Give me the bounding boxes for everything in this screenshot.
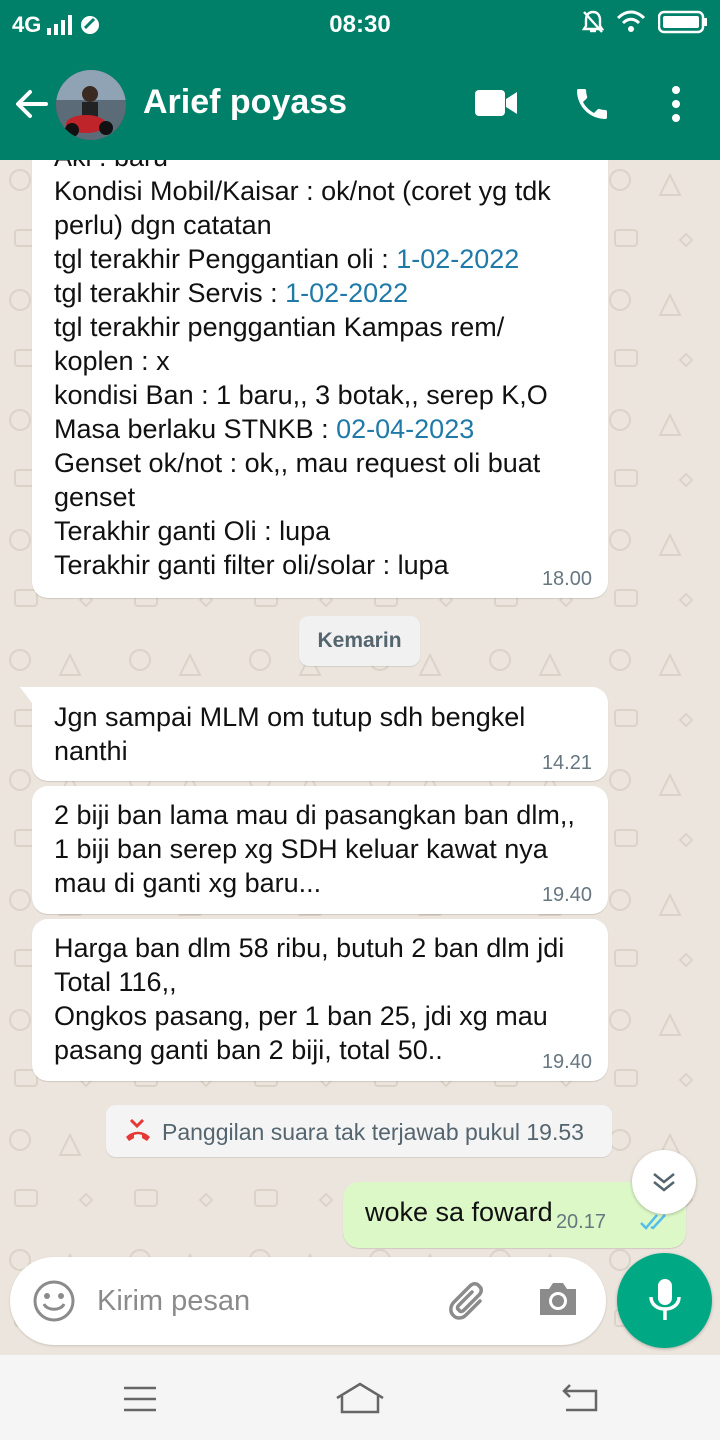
message-time: 19.40 xyxy=(541,884,592,906)
video-call-icon[interactable] xyxy=(474,88,518,118)
message-text: Harga ban dlm 58 ribu, butuh 2 ban dlm j… xyxy=(54,933,565,1065)
voice-call-icon[interactable] xyxy=(572,84,612,124)
status-bar: 4G 08:30 xyxy=(0,0,720,50)
chevron-double-down-icon xyxy=(653,1173,675,1192)
more-options-icon[interactable] xyxy=(668,84,684,124)
scroll-to-bottom-button[interactable] xyxy=(632,1150,696,1214)
message-input[interactable]: Kirim pesan xyxy=(97,1285,250,1318)
microphone-icon xyxy=(649,1279,681,1320)
chat-header: Arief poyass xyxy=(0,50,720,160)
missed-call-icon xyxy=(126,1118,150,1141)
voice-message-button[interactable] xyxy=(617,1253,712,1348)
back-arrow-icon[interactable] xyxy=(12,84,52,124)
message-time: 20.17 xyxy=(555,1211,606,1233)
missed-call-text: Panggilan suara tak terjawab pukul 19.53 xyxy=(162,1119,584,1145)
avatar[interactable] xyxy=(56,70,126,140)
date-link[interactable]: 1-02-2022 xyxy=(285,278,408,308)
message-time: 18.00 xyxy=(541,568,592,590)
contact-name[interactable]: Arief poyass xyxy=(143,83,347,122)
system-nav-bar xyxy=(0,1355,720,1440)
status-right xyxy=(582,10,708,34)
message-text: woke sa foward xyxy=(365,1197,553,1227)
message-text: Aki : baru Kondisi Mobil/Kaisar : ok/not… xyxy=(54,160,559,580)
bubble-tail xyxy=(20,687,32,703)
date-divider: Kemarin xyxy=(299,616,420,666)
message-time: 19.40 xyxy=(541,1051,592,1073)
mute-icon xyxy=(582,10,604,33)
message-bubble-incoming[interactable]: Harga ban dlm 58 ribu, butuh 2 ban dlm j… xyxy=(32,919,608,1081)
home-icon[interactable] xyxy=(334,1381,386,1415)
message-composer[interactable]: Kirim pesan xyxy=(10,1257,606,1345)
attach-icon[interactable] xyxy=(446,1279,492,1325)
message-text: Jgn sampai MLM om tutup sdh bengkel nant… xyxy=(54,702,533,766)
recents-menu-icon[interactable] xyxy=(122,1385,158,1413)
message-bubble-incoming[interactable]: Aki : baru Kondisi Mobil/Kaisar : ok/not… xyxy=(32,160,608,598)
message-text: 2 biji ban lama mau di pasangkan ban dlm… xyxy=(54,800,583,898)
wifi-icon xyxy=(616,10,646,32)
emoji-icon[interactable] xyxy=(32,1279,76,1323)
missed-call-notice[interactable]: Panggilan suara tak terjawab pukul 19.53 xyxy=(106,1105,612,1157)
message-bubble-incoming[interactable]: Jgn sampai MLM om tutup sdh bengkel nant… xyxy=(20,687,608,781)
battery-icon xyxy=(658,10,707,34)
date-link[interactable]: 1-02-2022 xyxy=(396,244,519,274)
back-nav-icon[interactable] xyxy=(560,1381,600,1413)
read-receipt-icon xyxy=(640,1214,666,1230)
message-time: 14.21 xyxy=(541,752,592,774)
avatar-photo xyxy=(56,70,126,140)
date-link[interactable]: 02-04-2023 xyxy=(336,414,474,444)
chat-area[interactable]: Aki : baru Kondisi Mobil/Kaisar : ok/not… xyxy=(0,160,720,1355)
camera-icon[interactable] xyxy=(536,1279,580,1319)
message-bubble-incoming[interactable]: 2 biji ban lama mau di pasangkan ban dlm… xyxy=(32,786,608,914)
